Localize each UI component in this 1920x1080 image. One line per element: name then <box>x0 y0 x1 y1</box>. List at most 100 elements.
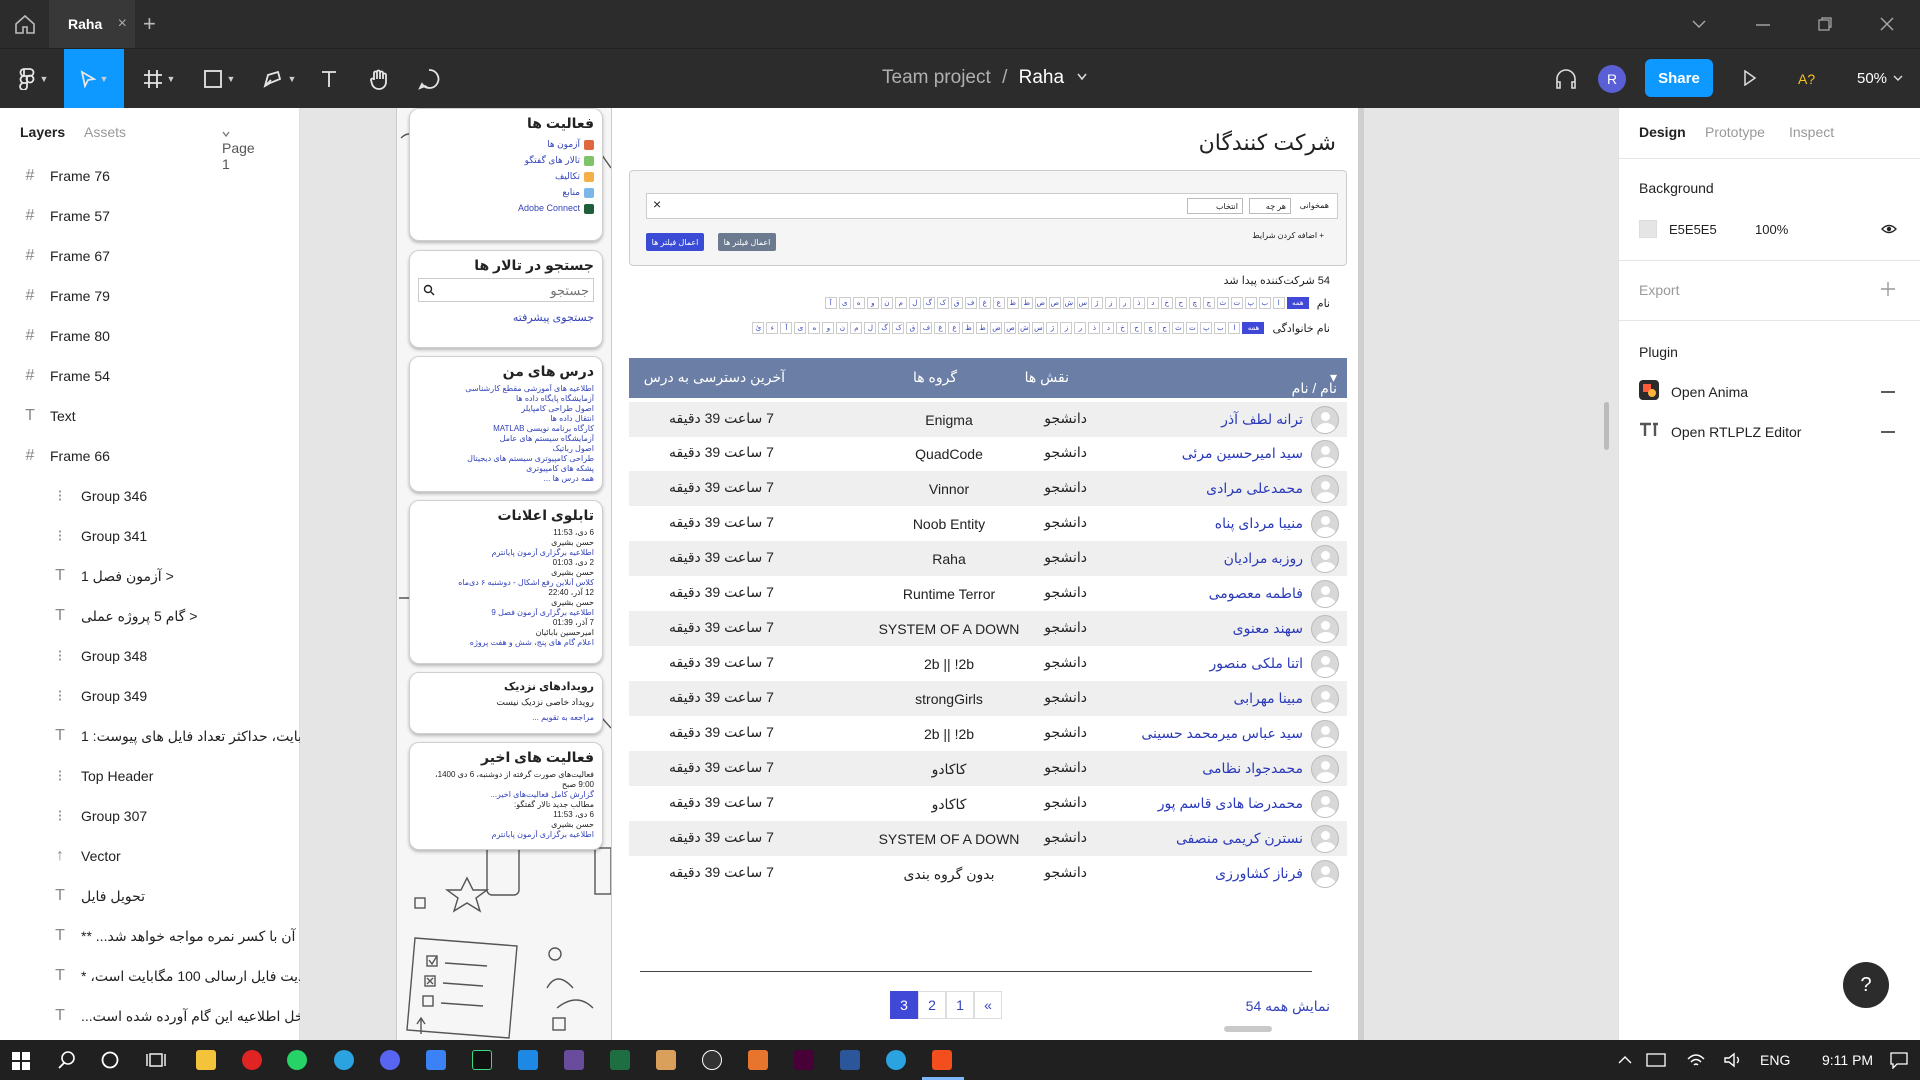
page-button[interactable]: 2 <box>918 991 946 1019</box>
restore-icon[interactable] <box>1818 17 1832 31</box>
layer-item[interactable]: ⁝ Group 346 <box>0 476 300 516</box>
alpha-letter-button[interactable]: ج <box>1158 322 1171 334</box>
main-menu-button[interactable]: ▼ <box>10 49 56 109</box>
alpha-letter-button[interactable]: ح <box>1130 322 1143 334</box>
horizontal-scrollbar[interactable] <box>1224 1026 1272 1032</box>
excel-icon[interactable] <box>610 1050 630 1070</box>
alpha-letter-button[interactable]: آ <box>824 297 837 309</box>
forum-search-input[interactable] <box>453 279 593 301</box>
alpha-letter-button[interactable]: س <box>1032 322 1045 334</box>
chevron-down-icon[interactable] <box>1692 19 1706 29</box>
sidebar-line[interactable]: اصول رباتیک <box>418 444 594 454</box>
alpha-letter-button[interactable]: ن <box>836 322 849 334</box>
close-tab-icon[interactable]: × <box>118 15 127 33</box>
participant-name[interactable]: محمدعلی مرادی <box>1206 480 1303 497</box>
layer-item[interactable]: T Text <box>0 396 300 436</box>
tab-assets[interactable]: Assets <box>84 124 126 140</box>
sidebar-line[interactable]: همه درس ها ... <box>418 474 594 484</box>
alpha-letter-button[interactable]: ص <box>1048 297 1061 309</box>
layer-item[interactable]: ⁝ Group 348 <box>0 636 300 676</box>
search-icon[interactable] <box>423 284 435 296</box>
alpha-letter-button[interactable]: ز <box>1104 297 1117 309</box>
layer-item[interactable]: ⁝ Group 341 <box>0 516 300 556</box>
add-condition-link[interactable]: + اضافه کردن شرایط <box>1252 231 1324 240</box>
frame-tool-button[interactable]: ▼ <box>136 49 182 109</box>
user-avatar[interactable]: R <box>1598 65 1626 93</box>
alpha-letter-button[interactable]: گ <box>878 322 891 334</box>
wps-icon[interactable] <box>702 1050 722 1070</box>
layer-item[interactable]: ⁝ Group 307 <box>0 796 300 836</box>
share-button[interactable]: Share <box>1645 59 1713 97</box>
comment-tool-button[interactable] <box>412 49 446 109</box>
recent-line[interactable]: اطلاعیه برگزاری آزمون پایانترم <box>418 830 594 840</box>
file-tab[interactable]: Raha × <box>49 0 135 48</box>
alpha-letter-button[interactable]: ه <box>808 322 821 334</box>
recent-line[interactable]: گزارش کامل فعالیت‌های اخیر... <box>418 790 594 800</box>
activity-link[interactable]: تکالیف <box>418 168 594 184</box>
paint-icon[interactable] <box>656 1050 676 1070</box>
tab-design[interactable]: Design <box>1639 124 1686 140</box>
alpha-letter-button[interactable]: س <box>1076 297 1089 309</box>
col-access-header[interactable]: آخرین دسترسی به درس <box>644 369 785 386</box>
alpha-letter-button[interactable]: ع <box>948 322 961 334</box>
sidebar-line[interactable]: آزمایشگاه پایگاه داده ها <box>418 394 594 404</box>
background-opacity[interactable]: 100% <box>1755 222 1788 237</box>
alpha-letter-button[interactable]: و <box>866 297 879 309</box>
clear-filters-button[interactable]: اعمال فیلتر ها <box>718 233 776 251</box>
alpha-letter-button[interactable]: ء <box>766 322 779 334</box>
show-all-link[interactable]: نمایش همه 54 <box>1246 998 1330 1015</box>
alpha-letter-button[interactable]: ص <box>1004 322 1017 334</box>
pen-tool-button[interactable]: ▼ <box>256 49 302 109</box>
alpha-letter-button[interactable]: ا <box>1228 322 1241 334</box>
alpha-letter-button[interactable]: غ <box>934 322 947 334</box>
alpha-letter-button[interactable]: خ <box>1116 322 1129 334</box>
alpha-letter-button[interactable]: ب <box>1214 322 1227 334</box>
alpha-letter-button[interactable]: ح <box>1174 297 1187 309</box>
file-name[interactable]: Raha <box>1019 67 1064 88</box>
advanced-search-link[interactable]: جستجوی پیشرفته <box>418 310 594 326</box>
alpha-letter-button[interactable]: ط <box>1020 297 1033 309</box>
discord-icon[interactable] <box>380 1050 400 1070</box>
participant-name[interactable]: نسترن کریمی منصفی <box>1176 830 1303 847</box>
telegram-icon[interactable] <box>334 1050 354 1070</box>
hand-tool-button[interactable] <box>362 49 396 109</box>
taskbar-search-icon[interactable] <box>58 1051 76 1069</box>
alpha-letter-button[interactable]: ک <box>936 297 949 309</box>
alpha-letter-button[interactable]: ب <box>1258 297 1271 309</box>
field-select[interactable]: انتخاب <box>1187 198 1243 214</box>
task-view-icon[interactable] <box>146 1051 166 1069</box>
app-cube-icon[interactable] <box>426 1050 446 1070</box>
layer-item[interactable]: T ** ...عایت آن با کسر نمره مواجه خواهد ش… <box>0 916 329 956</box>
layer-item[interactable]: T * ،محدودیت فایل ارسالی 100 مگابایت است <box>0 956 335 996</box>
sidebar-line[interactable]: اصول طراحی کامپایلر <box>418 404 594 414</box>
layer-item[interactable]: T آزمون فصل 1 > <box>0 556 300 596</box>
word-icon[interactable] <box>840 1050 860 1070</box>
alpha-letter-button[interactable]: ش <box>1062 297 1075 309</box>
zoom-chevron-icon[interactable] <box>1893 75 1903 82</box>
alpha-letter-button[interactable]: پ <box>1244 297 1257 309</box>
alpha-letter-button[interactable]: ل <box>908 297 921 309</box>
pycharm-icon[interactable] <box>472 1050 492 1070</box>
participant-name[interactable]: منیبا مردای پناه <box>1215 515 1303 532</box>
headphones-icon[interactable] <box>1554 68 1578 90</box>
participant-name[interactable]: محمدجواد نظامی <box>1202 760 1303 777</box>
alpha-letter-button[interactable]: ز <box>1060 322 1073 334</box>
whatsapp-icon[interactable] <box>287 1050 307 1070</box>
alpha-letter-button[interactable]: ق <box>950 297 963 309</box>
project-name[interactable]: Team project <box>882 67 991 88</box>
match-any-select[interactable]: هر چه <box>1249 198 1291 214</box>
alpha-letter-button[interactable]: ر <box>1118 297 1131 309</box>
remove-filter-icon[interactable]: × <box>653 196 661 212</box>
add-export-icon[interactable] <box>1881 282 1895 296</box>
sidebar-line[interactable]: انتقال داده ها <box>418 414 594 424</box>
design-sidebar-frame[interactable]: فعالیت ها آزمون ها تالار های گفتگو تکالیف م… <box>396 108 612 1040</box>
page-button[interactable]: 1 <box>946 991 974 1019</box>
page-button[interactable]: 3 <box>890 991 918 1019</box>
shape-tool-button[interactable]: ▼ <box>196 49 242 109</box>
participant-name[interactable]: فرناز کشاورزی <box>1215 865 1303 882</box>
remove-plugin-anima-icon[interactable] <box>1881 391 1895 393</box>
remove-plugin-rtlplz-icon[interactable] <box>1881 431 1895 433</box>
alpha-letter-button[interactable]: ج <box>1202 297 1215 309</box>
sidebar-line[interactable]: پشکه های کامپیوتری <box>418 464 594 474</box>
participant-name[interactable]: روزبه مرادیان <box>1224 550 1303 567</box>
